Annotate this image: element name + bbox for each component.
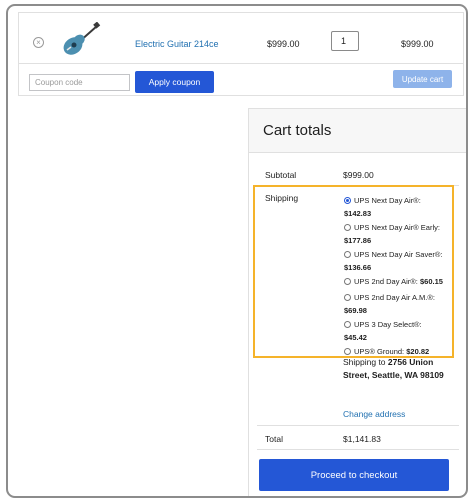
guitar-thumbnail-icon[interactable] <box>59 22 103 58</box>
cart-table: × Electric Guitar 214ce $999.00 $999.00 … <box>18 12 464 96</box>
total-top-divider <box>257 425 459 426</box>
radio-icon[interactable] <box>344 348 351 355</box>
shipping-destination: Shipping to 2756 Union Street, Seattle, … <box>343 356 455 382</box>
shipping-option-2nd-day-air-am[interactable]: UPS 2nd Day Air A.M.®: $69.98 <box>344 291 464 317</box>
total-value: $1,141.83 <box>343 434 381 444</box>
shipping-option-name: UPS Next Day Air®: <box>354 196 421 205</box>
cart-totals-panel: Cart totals Subtotal $999.00 Shipping UP… <box>248 108 466 496</box>
quantity-input[interactable] <box>331 31 359 51</box>
radio-icon[interactable] <box>344 251 351 258</box>
radio-icon[interactable] <box>344 278 351 285</box>
line-subtotal: $999.00 <box>401 39 434 49</box>
shipping-option-next-day-air[interactable]: UPS Next Day Air®: $142.83 <box>344 194 464 220</box>
coupon-code-input[interactable] <box>29 74 130 91</box>
shipping-option-price: $142.83 <box>344 209 372 218</box>
shipping-to-prefix: Shipping to <box>343 357 386 367</box>
radio-icon[interactable] <box>344 321 351 328</box>
cart-totals-header: Cart totals <box>249 109 466 153</box>
radio-icon[interactable] <box>344 224 351 231</box>
shipping-option-name: UPS Next Day Air Saver®: <box>354 250 443 259</box>
total-bottom-divider <box>257 449 459 450</box>
product-name-link[interactable]: Electric Guitar 214ce <box>135 39 219 49</box>
shipping-option-name: UPS 3 Day Select®: <box>354 320 422 329</box>
shipping-option-name: UPS Next Day Air® Early: <box>354 223 440 232</box>
shipping-option-price: $136.66 <box>344 263 372 272</box>
subtotal-value: $999.00 <box>343 170 374 180</box>
shipping-option-price: $20.82 <box>406 347 430 356</box>
product-price: $999.00 <box>267 39 300 49</box>
shipping-option-next-day-air-early[interactable]: UPS Next Day Air® Early: $177.86 <box>344 221 464 247</box>
cart-totals-title: Cart totals <box>263 122 332 139</box>
shipping-option-next-day-air-saver[interactable]: UPS Next Day Air Saver®: $136.66 <box>344 248 464 274</box>
shipping-option-2nd-day-air[interactable]: UPS 2nd Day Air®: $60.15 <box>344 275 464 288</box>
total-label: Total <box>265 434 283 444</box>
shipping-label: Shipping <box>265 193 299 203</box>
apply-coupon-button[interactable]: Apply coupon <box>135 71 214 93</box>
proceed-to-checkout-button[interactable]: Proceed to checkout <box>259 459 449 491</box>
remove-item-icon[interactable]: × <box>33 37 44 48</box>
radio-checked-icon[interactable] <box>344 197 351 204</box>
shipping-option-name: UPS® Ground: <box>354 347 405 356</box>
shipping-option-price: $69.98 <box>344 306 367 315</box>
shipping-option-name: UPS 2nd Day Air A.M.®: <box>354 293 435 302</box>
change-address-link[interactable]: Change address <box>343 409 405 419</box>
shipping-option-price: $177.86 <box>344 236 372 245</box>
update-cart-button[interactable]: Update cart <box>393 70 452 88</box>
subtotal-label: Subtotal <box>265 170 297 180</box>
shipping-option-name: UPS 2nd Day Air®: <box>354 277 418 286</box>
radio-icon[interactable] <box>344 294 351 301</box>
shipping-option-3-day-select[interactable]: UPS 3 Day Select®: $45.42 <box>344 318 464 344</box>
shipping-option-price: $45.42 <box>344 333 367 342</box>
row-divider <box>19 63 463 64</box>
shipping-option-price: $60.15 <box>419 277 443 286</box>
cart-page-frame: × Electric Guitar 214ce $999.00 $999.00 … <box>6 4 468 498</box>
